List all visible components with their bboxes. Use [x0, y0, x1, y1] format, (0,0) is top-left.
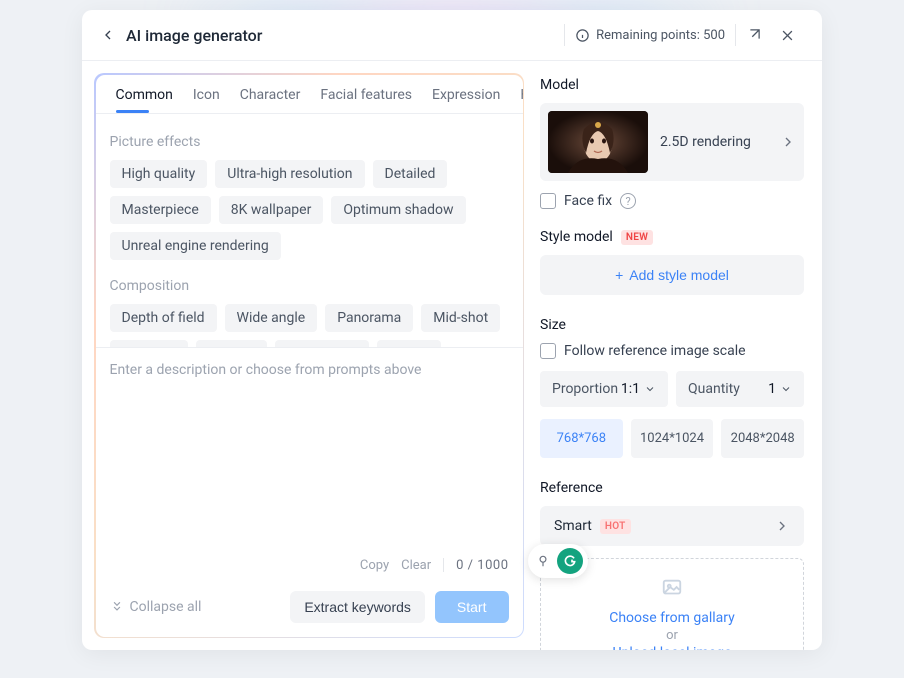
- checkbox-icon: [540, 343, 556, 359]
- description-box: Copy Clear 0 / 1000: [96, 347, 523, 583]
- desc-actions: Copy Clear 0 / 1000: [110, 558, 509, 573]
- new-badge: NEW: [621, 230, 653, 245]
- chip-panorama[interactable]: Panorama: [325, 304, 413, 332]
- size-title: Size: [540, 317, 804, 333]
- close-icon: [780, 28, 795, 43]
- bottom-bar: Collapse all Extract keywords Start: [96, 583, 523, 637]
- chip-8k-wallpaper[interactable]: 8K wallpaper: [219, 196, 324, 224]
- group-title-composition: Composition: [110, 278, 509, 294]
- image-icon: [551, 577, 793, 604]
- chip-optimum-shadow[interactable]: Optimum shadow: [331, 196, 465, 224]
- char-counter: 0 / 1000: [456, 558, 508, 573]
- open-external-button[interactable]: [736, 28, 770, 43]
- chip-ultra-high-resolution[interactable]: Ultra-high resolution: [215, 160, 364, 188]
- chip-upper-body[interactable]: Upper body: [275, 340, 370, 347]
- pin-icon: [533, 551, 553, 571]
- extract-keywords-button[interactable]: Extract keywords: [290, 591, 425, 623]
- chip-depth-of-field[interactable]: Depth of field: [110, 304, 217, 332]
- back-button[interactable]: [100, 27, 116, 43]
- add-style-label: Add style model: [629, 267, 729, 283]
- floating-widget[interactable]: [528, 544, 588, 578]
- left-panel: Common Icon Character Facial features Ex…: [94, 73, 524, 638]
- prompts-area: Picture effects High quality Ultra-high …: [96, 114, 523, 347]
- chip-masterpiece[interactable]: Masterpiece: [110, 196, 211, 224]
- chevron-right-icon: [780, 134, 796, 150]
- plus-icon: +: [615, 267, 623, 283]
- model-thumbnail: [548, 111, 648, 173]
- chip-profile[interactable]: Profile: [377, 340, 441, 347]
- quantity-select[interactable]: Quantity 1: [676, 371, 804, 407]
- copy-button[interactable]: Copy: [360, 558, 389, 573]
- dim-2048[interactable]: 2048*2048: [721, 419, 804, 458]
- smart-label: Smart: [554, 518, 592, 534]
- titlebar: AI image generator Remaining points: 500: [82, 10, 822, 61]
- tab-common[interactable]: Common: [106, 75, 183, 113]
- description-input[interactable]: [110, 362, 509, 558]
- tab-character[interactable]: Character: [230, 75, 311, 113]
- points-indicator: Remaining points: 500: [564, 24, 736, 46]
- quantity-label: Quantity: [688, 381, 740, 397]
- quantity-value: 1: [768, 381, 776, 397]
- chip-wide-angle[interactable]: Wide angle: [225, 304, 318, 332]
- chip-portrait[interactable]: Portrait: [196, 340, 266, 347]
- face-fix-label: Face fix: [564, 193, 612, 209]
- grammarly-icon[interactable]: [557, 548, 583, 574]
- chip-close-up[interactable]: Close-up: [110, 340, 189, 347]
- app-window: AI image generator Remaining points: 500…: [82, 10, 822, 650]
- style-title: Style model NEW: [540, 229, 804, 245]
- upload-local-link[interactable]: Upload local image: [551, 645, 793, 650]
- effects-chips: High quality Ultra-high resolution Detai…: [110, 160, 509, 260]
- chevron-right-icon: [774, 518, 790, 534]
- group-title-effects: Picture effects: [110, 134, 509, 150]
- style-title-text: Style model: [540, 229, 613, 245]
- proportion-select[interactable]: Proportion 1:1: [540, 371, 668, 407]
- checkbox-icon: [540, 193, 556, 209]
- tab-hair[interactable]: Hair: [510, 75, 522, 113]
- dimension-options: 768*768 1024*1024 2048*2048: [540, 419, 804, 458]
- follow-scale-option[interactable]: Follow reference image scale: [540, 343, 804, 359]
- model-title: Model: [540, 77, 804, 93]
- smart-option[interactable]: Smart HOT: [540, 506, 804, 546]
- add-style-button[interactable]: + Add style model: [540, 255, 804, 295]
- close-button[interactable]: [770, 28, 804, 43]
- chip-high-quality[interactable]: High quality: [110, 160, 208, 188]
- face-fix-option[interactable]: Face fix ?: [540, 193, 804, 209]
- model-select-card[interactable]: 2.5D rendering: [540, 103, 804, 181]
- chevron-down-icon: [780, 383, 792, 395]
- tab-expression[interactable]: Expression: [422, 75, 510, 113]
- external-icon: [746, 28, 761, 43]
- prompt-tabs: Common Icon Character Facial features Ex…: [96, 75, 523, 114]
- chip-mid-shot[interactable]: Mid-shot: [421, 304, 500, 332]
- follow-scale-label: Follow reference image scale: [564, 343, 746, 359]
- start-button[interactable]: Start: [435, 591, 509, 623]
- divider: [443, 558, 444, 572]
- tab-icon[interactable]: Icon: [183, 75, 230, 113]
- help-icon[interactable]: ?: [620, 193, 636, 209]
- dim-1024[interactable]: 1024*1024: [631, 419, 714, 458]
- chip-unreal-engine[interactable]: Unreal engine rendering: [110, 232, 281, 260]
- clear-button[interactable]: Clear: [401, 558, 431, 573]
- dropzone-or: or: [551, 628, 793, 643]
- info-icon: [575, 28, 590, 43]
- collapse-label: Collapse all: [130, 599, 202, 615]
- composition-chips: Depth of field Wide angle Panorama Mid-s…: [110, 304, 509, 347]
- points-text: Remaining points: 500: [596, 28, 725, 43]
- dim-768[interactable]: 768*768: [540, 419, 623, 458]
- tab-facial[interactable]: Facial features: [310, 75, 422, 113]
- proportion-label: Proportion: [552, 381, 618, 397]
- choose-gallery-link[interactable]: Choose from gallary: [551, 610, 793, 626]
- page-title: AI image generator: [126, 26, 564, 45]
- hot-badge: HOT: [600, 519, 631, 534]
- collapse-all-button[interactable]: Collapse all: [110, 599, 202, 615]
- chevron-down-icon: [644, 383, 656, 395]
- reference-title: Reference: [540, 480, 804, 496]
- proportion-value: 1:1: [621, 381, 640, 397]
- model-label: 2.5D rendering: [660, 134, 768, 150]
- chip-detailed[interactable]: Detailed: [373, 160, 448, 188]
- collapse-icon: [110, 600, 124, 614]
